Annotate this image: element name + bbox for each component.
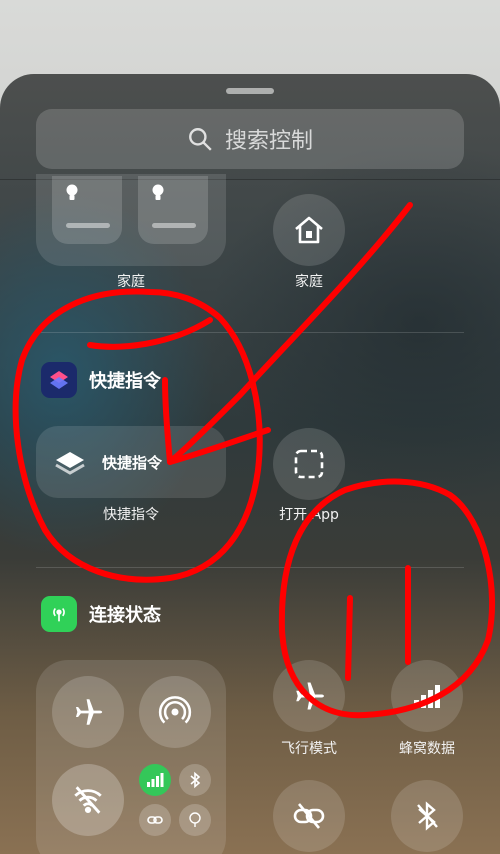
open-app-button[interactable]: [273, 428, 345, 500]
bluetooth-icon: [417, 801, 438, 831]
home-light-tile-2[interactable]: [138, 176, 208, 244]
control-center-sheet: 搜索控制 家庭 家庭 快捷指令 快捷指令 快捷指令 打开 App 连接状态 飞行…: [0, 74, 500, 854]
sheet-grabber[interactable]: [226, 88, 274, 94]
lightbulb-icon: [152, 184, 164, 200]
dashed-square-icon: [294, 449, 324, 479]
hotspot-mini-toggle[interactable]: [139, 804, 171, 836]
section-divider: [36, 332, 464, 333]
house-icon: [295, 216, 323, 244]
airdrop-icon: [158, 696, 192, 724]
airplane-icon: [75, 699, 103, 725]
home-button-label: 家庭: [295, 274, 323, 290]
layers-icon: [55, 452, 85, 475]
cellular-data-button[interactable]: [391, 660, 463, 732]
shortcuts-icon: [41, 362, 77, 398]
open-app-label: 打开 App: [279, 507, 339, 523]
airdrop-toggle[interactable]: [139, 676, 211, 748]
shortcuts-control-text: 快捷指令: [102, 453, 163, 472]
airplane-mode-button[interactable]: [273, 660, 345, 732]
shortcuts-section-title: 快捷指令: [89, 371, 161, 392]
home-group-label: 家庭: [117, 274, 145, 290]
section-divider: [36, 567, 464, 568]
airplane-mode-toggle[interactable]: [52, 676, 124, 748]
shortcuts-section-header: 快捷指令: [41, 362, 161, 398]
lightbulb-icon: [66, 184, 78, 200]
search-placeholder: 搜索控制: [224, 129, 313, 154]
cellular-icon: [414, 685, 440, 708]
connectivity-section-title: 连接状态: [89, 605, 161, 626]
airplane-mode-label: 飞行模式: [281, 741, 337, 757]
cellular-mini-toggle[interactable]: [139, 764, 171, 796]
bluetooth-icon: [190, 771, 201, 789]
home-button[interactable]: [273, 194, 345, 266]
connectivity-section-header: 连接状态: [41, 596, 161, 632]
airplane-icon: [296, 682, 324, 710]
bluetooth-button[interactable]: [391, 780, 463, 852]
cellular-data-label: 蜂窝数据: [399, 741, 455, 757]
search-controls-field[interactable]: 搜索控制: [36, 109, 464, 169]
antenna-icon: [41, 596, 77, 632]
tree-icon: [189, 812, 201, 827]
shortcuts-control[interactable]: 快捷指令: [36, 426, 226, 498]
bluetooth-mini-toggle[interactable]: [179, 764, 211, 796]
light-level-bar: [152, 223, 196, 228]
home-light-tile-1[interactable]: [52, 176, 122, 244]
wifi-off-icon: [74, 786, 102, 814]
cellular-icon: [147, 773, 164, 787]
light-level-bar: [66, 223, 110, 228]
focus-mini-toggle[interactable]: [179, 804, 211, 836]
shortcuts-control-label: 快捷指令: [103, 507, 159, 523]
link-icon: [147, 816, 163, 824]
link-icon: [293, 803, 325, 829]
search-icon: [189, 128, 212, 151]
personal-hotspot-button[interactable]: [273, 780, 345, 852]
wifi-toggle[interactable]: [52, 764, 124, 836]
